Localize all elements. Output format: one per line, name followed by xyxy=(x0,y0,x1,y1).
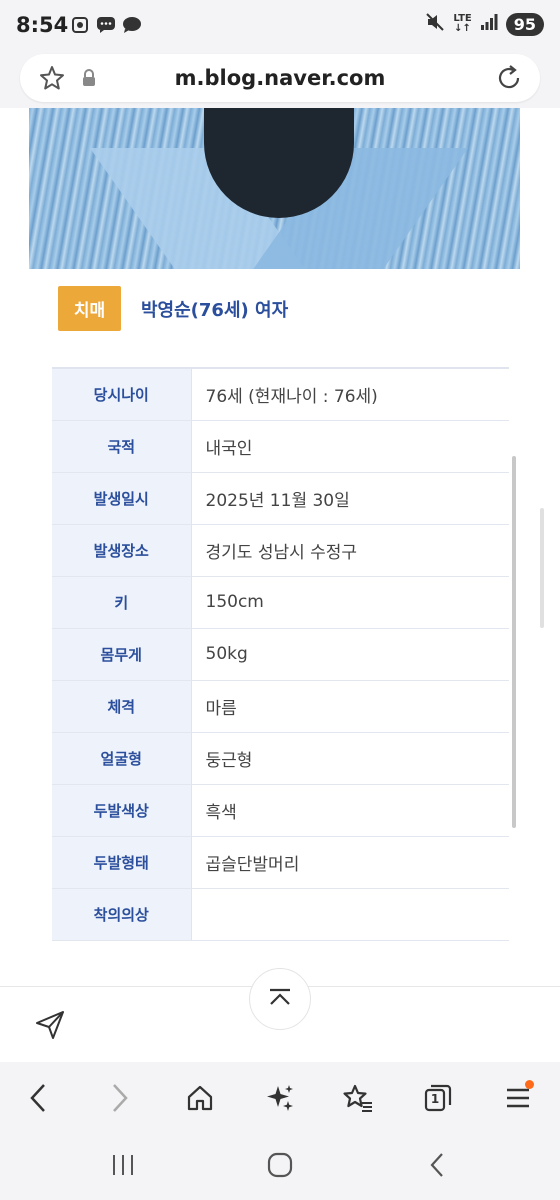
system-navigation-bar xyxy=(0,1132,560,1200)
row-value: 50kg xyxy=(191,628,509,681)
row-value: 흑색 xyxy=(191,784,509,837)
home-icon[interactable] xyxy=(182,1080,218,1116)
row-label: 몸무게 xyxy=(52,628,192,681)
table-row: 체격 마름 xyxy=(52,680,509,733)
back-arrow-icon[interactable] xyxy=(20,1080,56,1116)
row-value: 2025년 11월 30일 xyxy=(191,472,509,525)
row-label: 발생장소 xyxy=(52,524,192,577)
row-label: 당시나이 xyxy=(52,367,192,421)
chat-icon xyxy=(96,15,116,35)
row-label: 체격 xyxy=(52,680,192,733)
mute-icon xyxy=(425,12,445,36)
home-nav-icon[interactable] xyxy=(260,1150,300,1180)
notification-icons xyxy=(70,15,142,35)
row-value: 내국인 xyxy=(191,420,509,473)
row-label: 키 xyxy=(52,576,192,629)
notification-dot xyxy=(525,1080,534,1089)
row-label: 두발색상 xyxy=(52,784,192,837)
signal-icon xyxy=(480,13,498,35)
table-row: 얼굴형 둥근형 xyxy=(52,732,509,785)
send-icon[interactable] xyxy=(34,1009,66,1045)
sparkle-icon[interactable] xyxy=(262,1080,298,1116)
system-status-icons: LTE ↓↑ 95 xyxy=(425,12,544,36)
address-bar-container: m.blog.naver.com xyxy=(0,50,560,108)
row-value: 150cm xyxy=(191,576,509,629)
browser-scrollbar[interactable] xyxy=(540,508,544,628)
table-row: 두발색상 흑색 xyxy=(52,784,509,837)
category-badge: 치매 xyxy=(58,286,121,331)
table-row: 착의의상 xyxy=(52,888,509,941)
row-label: 발생일시 xyxy=(52,472,192,525)
page-content: 치매 박영순(76세) 여자 당시나이 76세 (현재나이 : 76세) 국적 내국… xyxy=(0,108,560,986)
network-type: LTE ↓↑ xyxy=(453,13,472,34)
browser-toolbar: 1 xyxy=(0,1062,560,1132)
reload-icon[interactable] xyxy=(494,63,524,97)
table-row: 키 150cm xyxy=(52,576,509,629)
missing-person-photo xyxy=(29,108,520,269)
tabs-icon[interactable]: 1 xyxy=(420,1080,456,1116)
bookmark-star-icon[interactable] xyxy=(340,1080,376,1116)
row-label: 국적 xyxy=(52,420,192,473)
page-scrollbar[interactable] xyxy=(512,456,516,828)
row-value: 곱슬단발머리 xyxy=(191,836,509,889)
screenshot-icon xyxy=(70,15,90,35)
recent-apps-icon[interactable] xyxy=(103,1150,143,1180)
message-icon xyxy=(122,15,142,35)
back-nav-icon[interactable] xyxy=(417,1150,457,1180)
row-value: 둥근형 xyxy=(191,732,509,785)
address-bar[interactable]: m.blog.naver.com xyxy=(20,54,540,102)
table-row: 몸무게 50kg xyxy=(52,628,509,681)
chevron-up-icon xyxy=(267,987,293,1011)
status-time: 8:54 xyxy=(16,13,69,37)
battery-indicator: 95 xyxy=(505,12,544,36)
row-label: 착의의상 xyxy=(52,888,192,941)
table-row: 발생장소 경기도 성남시 수정구 xyxy=(52,524,509,577)
status-bar: 8:54 LTE ↓↑ 95 xyxy=(0,0,560,50)
row-label: 두발형태 xyxy=(52,836,192,889)
person-name: 박영순(76세) 여자 xyxy=(141,300,289,321)
row-value: 경기도 성남시 수정구 xyxy=(191,524,509,577)
table-row: 발생일시 2025년 11월 30일 xyxy=(52,472,509,525)
scroll-top-button[interactable] xyxy=(249,968,311,1030)
forward-arrow-icon[interactable] xyxy=(102,1080,138,1116)
menu-icon[interactable] xyxy=(500,1080,536,1116)
row-label: 얼굴형 xyxy=(52,732,192,785)
table-row: 국적 내국인 xyxy=(52,420,509,473)
row-value: 76세 (현재나이 : 76세) xyxy=(191,367,509,421)
table-row: 두발형태 곱슬단발머리 xyxy=(52,836,509,889)
row-value xyxy=(191,888,509,941)
row-value: 마름 xyxy=(191,680,509,733)
tab-count: 1 xyxy=(430,1092,440,1106)
info-table: 당시나이 76세 (현재나이 : 76세) 국적 내국인 발생일시 2025년 11월… xyxy=(52,367,509,941)
url-text[interactable]: m.blog.naver.com xyxy=(20,66,540,90)
table-row: 당시나이 76세 (현재나이 : 76세) xyxy=(52,367,509,421)
